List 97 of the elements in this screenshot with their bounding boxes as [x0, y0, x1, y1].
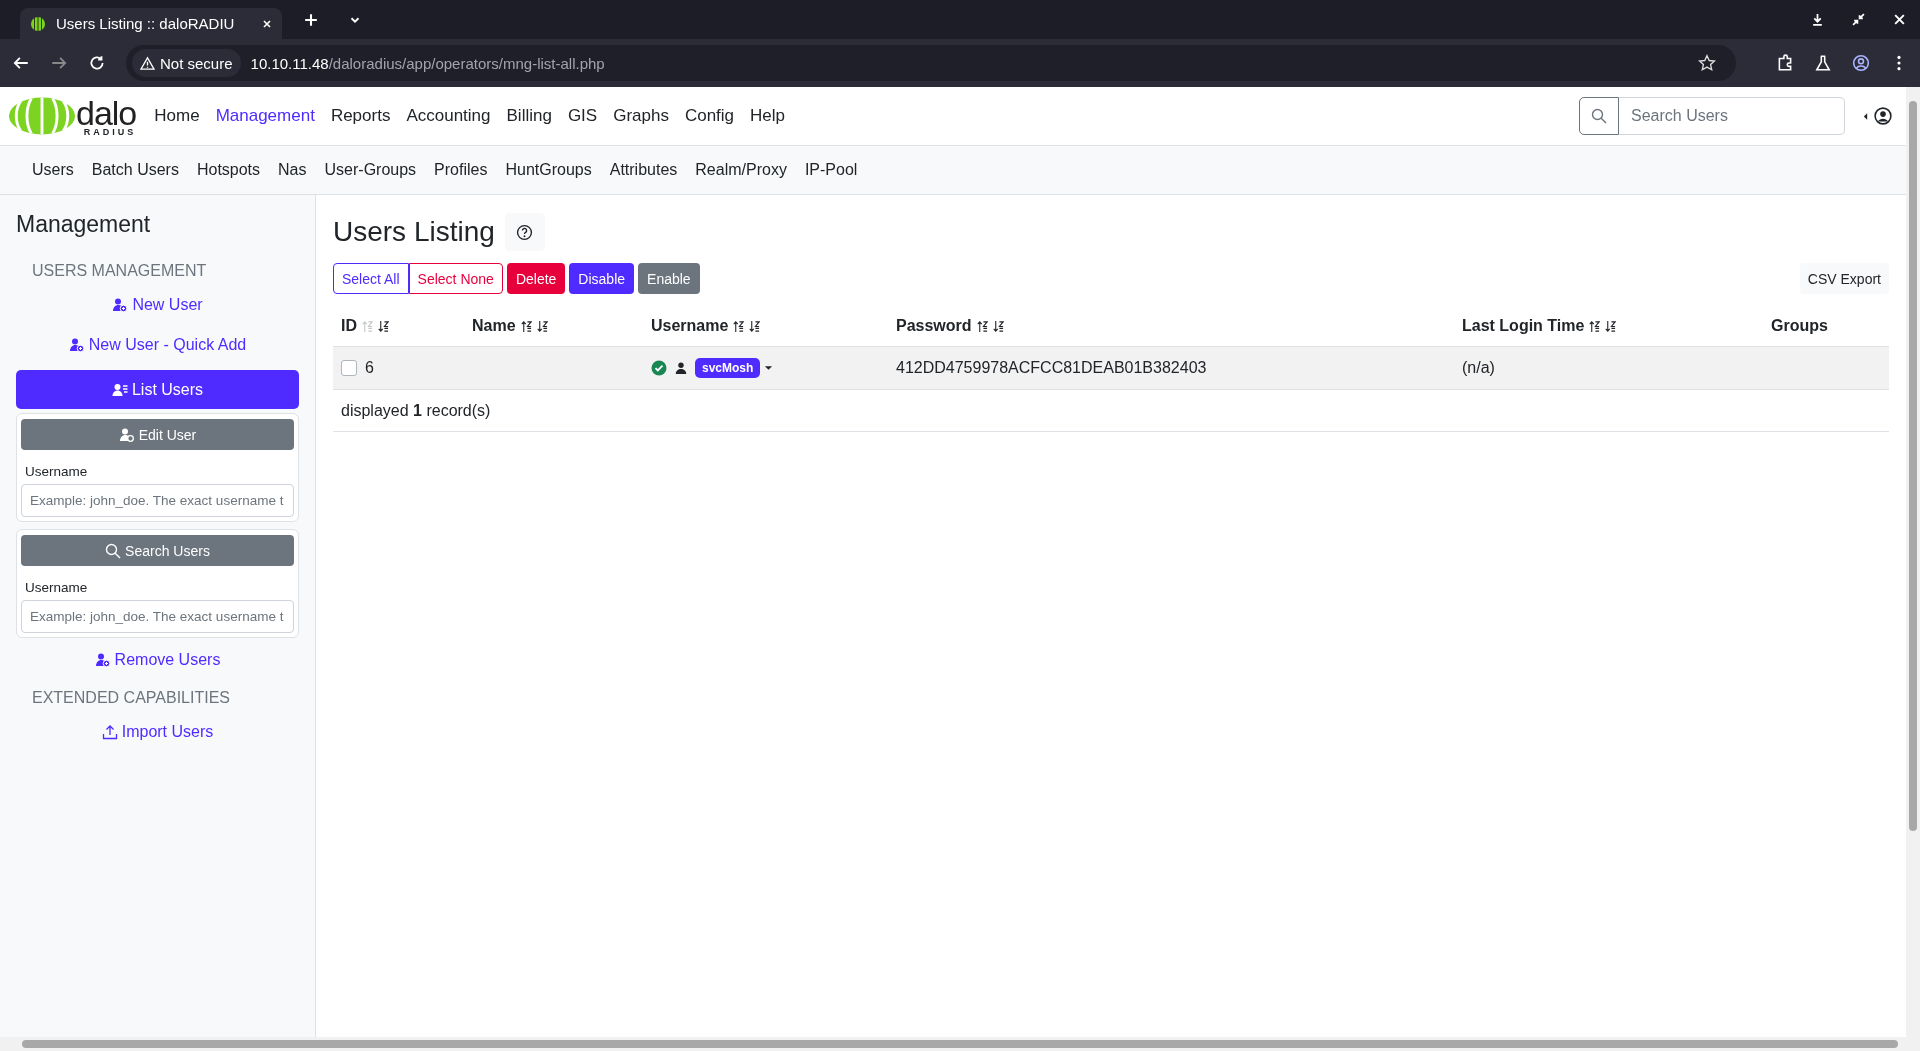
sidebar-form-button[interactable]: Search Users — [21, 535, 294, 566]
action-button[interactable]: Delete — [506, 263, 566, 294]
user-gear-icon — [118, 426, 135, 443]
restore-icon[interactable] — [1852, 13, 1865, 26]
nav-link[interactable]: Config — [676, 106, 743, 126]
sidebar-title: Management — [16, 211, 152, 238]
close-icon[interactable] — [262, 18, 272, 29]
logo-subtitle: RADIUS — [83, 127, 137, 137]
nav-link[interactable]: Home — [146, 106, 208, 126]
help-button[interactable] — [504, 213, 545, 251]
user-account-icon[interactable] — [1874, 107, 1892, 125]
nav-link[interactable]: Help — [742, 106, 794, 126]
action-button[interactable]: Enable — [638, 263, 700, 294]
sort-descending-icon[interactable] — [1605, 319, 1617, 333]
sidebar-link[interactable]: New User — [112, 290, 203, 320]
sidebar-form-button[interactable]: Edit User — [21, 419, 294, 450]
close-icon[interactable] — [1893, 13, 1906, 26]
sidebar-link[interactable]: New User - Quick Add — [68, 330, 247, 360]
vertical-scrollbar[interactable] — [1906, 87, 1920, 1037]
password-cell: 412DD4759978ACFCC81DEAB01B382403 — [896, 359, 1207, 377]
warning-icon — [140, 55, 155, 71]
username-field[interactable]: Example: john_doe. The exact username t — [21, 484, 294, 517]
csv-export-button[interactable]: CSV Export — [1799, 263, 1889, 294]
globe-favicon-icon — [30, 15, 46, 32]
sidebar-heading: EXTENDED CAPABILITIES — [32, 689, 231, 707]
user-list-icon — [111, 381, 128, 398]
subnav-link[interactable]: Nas — [270, 161, 315, 179]
browser-tab[interactable]: Users Listing :: daloRADIU — [20, 8, 282, 39]
user-plus-icon — [94, 652, 111, 668]
column-header: Username — [651, 317, 729, 335]
security-chip[interactable]: Not secure — [132, 49, 241, 77]
subnav-link[interactable]: Batch Users — [83, 161, 187, 179]
page-title: Users Listing — [333, 216, 495, 248]
sort-descending-icon[interactable] — [378, 319, 389, 333]
search-field[interactable]: Search Users — [1619, 97, 1845, 135]
column-header: Last Login Time — [1462, 317, 1585, 335]
new-tab-icon[interactable] — [304, 12, 318, 27]
profile-icon[interactable] — [1852, 54, 1870, 72]
username-field[interactable]: Example: john_doe. The exact username t — [21, 600, 294, 633]
subnav-link[interactable]: Attributes — [601, 161, 686, 179]
subnav-link[interactable]: Realm/Proxy — [687, 161, 795, 179]
sort-ascending-icon[interactable] — [520, 319, 532, 333]
sort-descending-icon[interactable] — [749, 319, 761, 333]
row-checkbox[interactable] — [341, 360, 357, 376]
search-icon — [1591, 108, 1607, 124]
sort-ascending-icon[interactable] — [1589, 319, 1601, 333]
caret-icon[interactable] — [1863, 111, 1868, 121]
striped-globe-logo-icon — [8, 96, 76, 136]
upload-icon — [101, 724, 118, 740]
column-header: Password — [896, 317, 972, 335]
column-header: ID — [341, 317, 357, 335]
flask-icon[interactable] — [1814, 54, 1832, 72]
column-header: Name — [472, 317, 516, 335]
tab-title: Users Listing :: daloRADIU — [56, 15, 236, 32]
sort-descending-icon[interactable] — [992, 319, 1004, 333]
field-label: Username — [25, 580, 89, 595]
nav-link[interactable]: Management — [207, 106, 323, 126]
column-header: Groups — [1771, 317, 1828, 335]
nav-link[interactable]: Reports — [322, 106, 399, 126]
subnav-link[interactable]: HuntGroups — [497, 161, 600, 179]
sidebar-heading: USERS MANAGEMENT — [32, 262, 208, 280]
person-icon — [675, 362, 687, 374]
subnav-link[interactable]: IP-Pool — [796, 161, 866, 179]
subnav-link[interactable]: Profiles — [426, 161, 496, 179]
nav-link[interactable]: Graphs — [605, 106, 677, 126]
username-badge[interactable]: svcMosh — [695, 358, 761, 378]
sort-ascending-icon[interactable] — [976, 319, 988, 333]
caret-down-icon[interactable] — [764, 365, 774, 371]
address-field[interactable]: 10.10.11.48/daloradius/app/operators/mng-list-all.php — [250, 54, 605, 72]
action-button[interactable]: Select None — [408, 263, 503, 294]
horizontal-scrollbar[interactable] — [0, 1037, 1920, 1051]
sidebar-link[interactable]: Remove Users — [94, 645, 221, 675]
nav-link[interactable]: GIS — [559, 106, 606, 126]
last-login-cell: (n/a) — [1462, 359, 1495, 377]
record-count: displayed 1 record(s) — [341, 401, 491, 420]
nav-link[interactable]: Billing — [498, 106, 560, 126]
action-button[interactable]: Disable — [569, 263, 635, 294]
action-button[interactable]: Select All — [333, 263, 409, 294]
download-icon[interactable] — [1811, 13, 1824, 26]
user-plus-icon — [112, 297, 129, 313]
user-plus-icon — [68, 337, 85, 353]
sort-ascending-icon[interactable] — [733, 319, 745, 333]
nav-link[interactable]: Accounting — [398, 106, 499, 126]
field-label: Username — [25, 464, 89, 479]
reload-icon[interactable] — [88, 54, 106, 72]
sort-descending-icon[interactable] — [536, 319, 548, 333]
subnav-link[interactable]: User-Groups — [316, 161, 425, 179]
sidebar-link[interactable]: List Users — [16, 370, 299, 409]
search-icon — [105, 542, 122, 559]
extension-icon[interactable] — [1776, 54, 1794, 72]
id-cell: 6 — [365, 359, 374, 377]
question-circle-icon — [516, 223, 534, 241]
star-icon[interactable] — [1698, 54, 1716, 72]
subnav-link[interactable]: Users — [24, 161, 82, 179]
sidebar-link[interactable]: Import Users — [101, 717, 214, 747]
subnav-link[interactable]: Hotspots — [188, 161, 269, 179]
logo-wordmark: dalo — [76, 95, 137, 130]
